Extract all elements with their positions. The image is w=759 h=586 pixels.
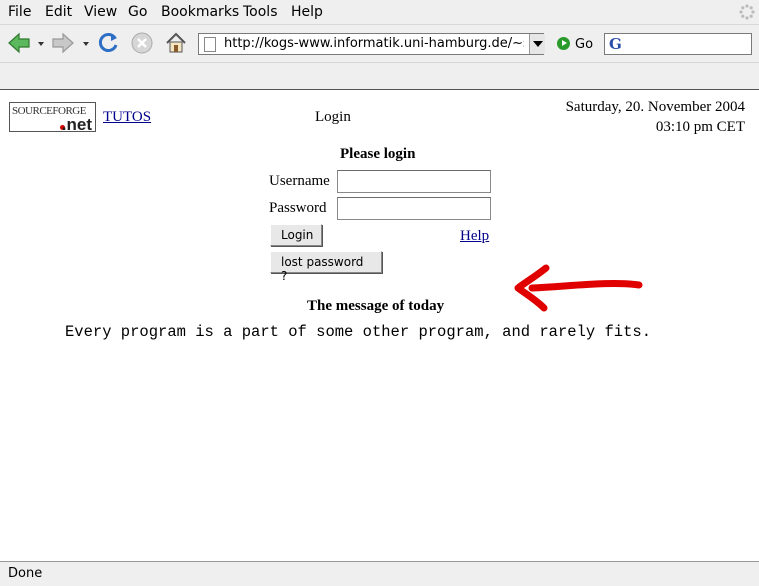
logo-text-bottom: .net	[61, 115, 92, 134]
password-label: Password	[269, 200, 327, 216]
url-text[interactable]: http://kogs-www.informatik.uni-hamburg.d…	[224, 36, 524, 51]
status-text: Done	[8, 566, 43, 581]
lost-password-button[interactable]: lost password ?	[270, 251, 382, 283]
back-dropdown-icon[interactable]	[38, 42, 44, 46]
page-icon	[204, 37, 216, 52]
google-search-icon[interactable]: G	[609, 35, 622, 53]
login-heading: Please login	[340, 146, 416, 162]
motd-title: The message of today	[307, 298, 445, 314]
bookmarks-toolbar	[0, 62, 759, 91]
login-button[interactable]: Login	[270, 224, 322, 246]
menu-view[interactable]: View	[84, 4, 117, 20]
password-field[interactable]	[337, 197, 491, 220]
back-arrow-icon[interactable]	[6, 30, 32, 56]
menu-file[interactable]: File	[8, 4, 31, 20]
forward-dropdown-icon[interactable]	[83, 42, 89, 46]
chevron-down-icon	[533, 41, 543, 47]
menu-edit[interactable]: Edit	[45, 4, 72, 20]
page-content: SOURCEFORGE .net TUTOS Login Saturday, 2…	[0, 90, 759, 560]
go-label: Go	[575, 37, 594, 52]
go-arrow-icon	[557, 37, 570, 50]
username-label: Username	[269, 173, 330, 189]
username-field[interactable]	[337, 170, 491, 193]
menu-bookmarks[interactable]: Bookmarks	[161, 4, 239, 20]
menu-help[interactable]: Help	[291, 4, 323, 20]
time-text: 03:10 pm CET	[655, 119, 745, 135]
page-title: Login	[315, 109, 351, 125]
menu-go[interactable]: Go	[128, 4, 147, 20]
sourceforge-logo[interactable]: SOURCEFORGE .net	[9, 102, 96, 134]
status-bar: Done	[0, 561, 759, 586]
menu-tools[interactable]: Tools	[243, 4, 278, 20]
forward-arrow-icon[interactable]	[50, 30, 76, 56]
go-button[interactable]: Go	[557, 37, 593, 52]
tutos-link[interactable]: TUTOS	[103, 109, 151, 126]
home-icon[interactable]	[163, 30, 189, 56]
red-arrow-annotation	[514, 264, 643, 312]
motd-text: Every program is a part of some other pr…	[65, 323, 651, 341]
date-text: Saturday, 20. November 2004	[565, 99, 745, 115]
navigation-toolbar: http://kogs-www.informatik.uni-hamburg.d…	[0, 24, 759, 62]
search-box[interactable]: G	[604, 33, 752, 55]
reload-icon[interactable]	[95, 30, 121, 56]
help-link[interactable]: Help	[460, 228, 489, 245]
throbber-icon	[739, 4, 755, 20]
url-bar[interactable]: http://kogs-www.informatik.uni-hamburg.d…	[198, 33, 544, 55]
url-dropdown-button[interactable]	[529, 34, 545, 54]
stop-icon[interactable]	[129, 30, 155, 56]
menu-bar: File Edit View Go Bookmarks Tools Help	[0, 0, 759, 24]
